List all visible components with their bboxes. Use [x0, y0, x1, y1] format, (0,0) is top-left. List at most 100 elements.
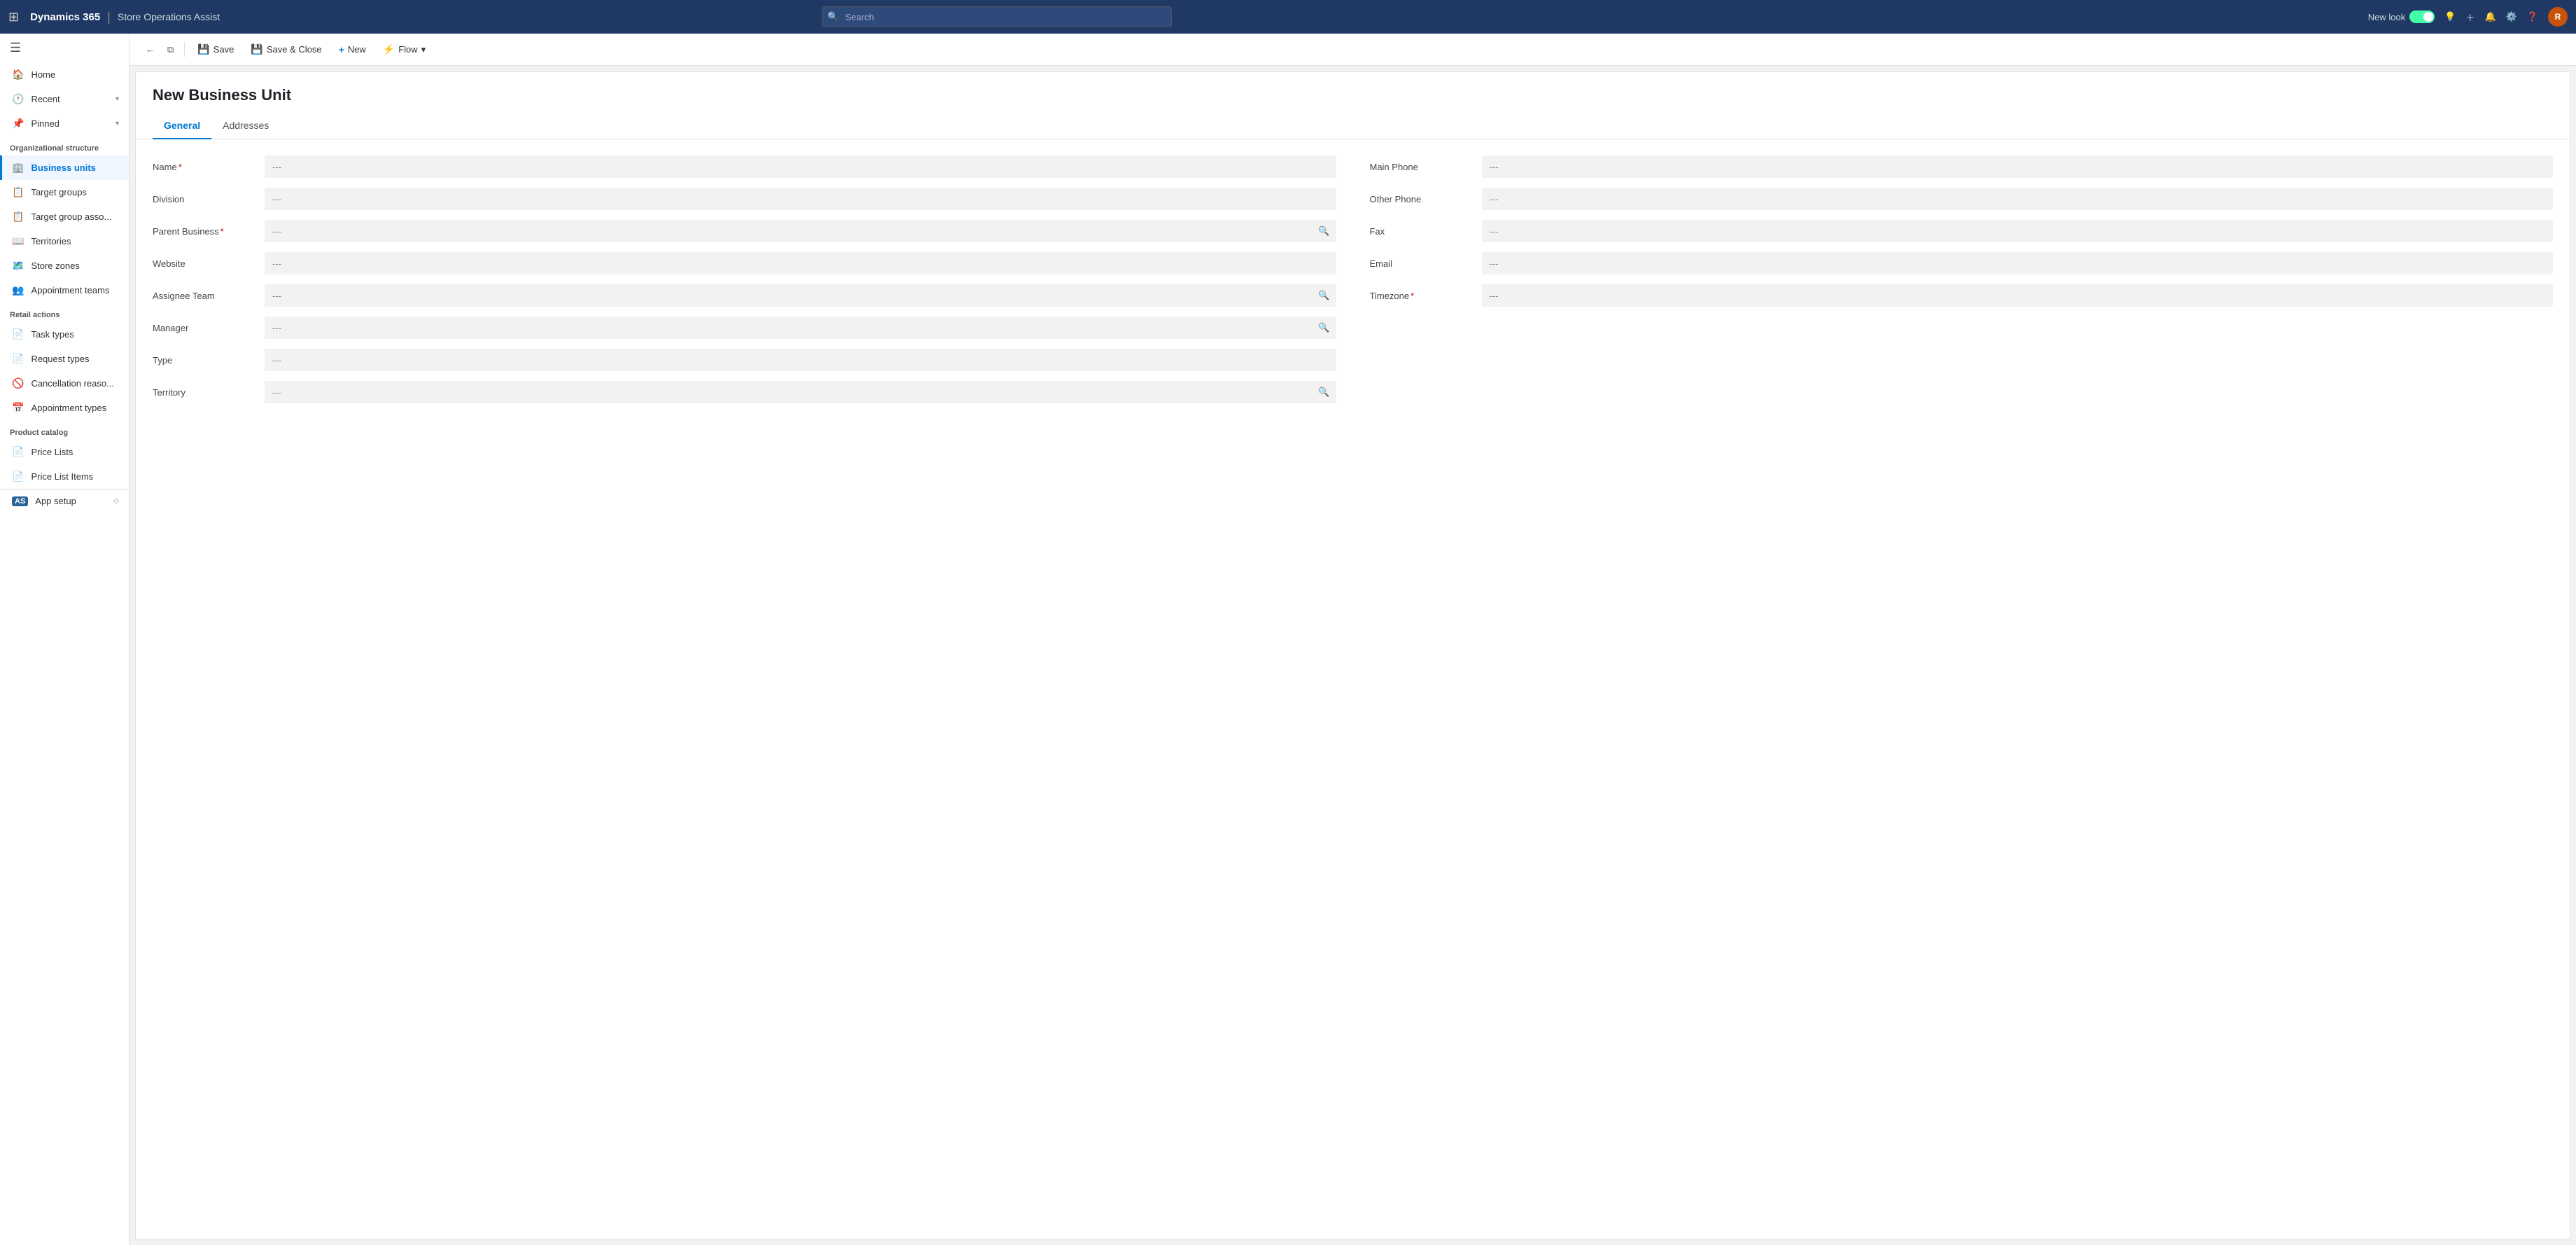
brand-app: Store Operations Assist	[118, 11, 220, 22]
section-retail-actions: Retail actions	[0, 302, 129, 322]
label-name: Name*	[153, 162, 265, 172]
field-division[interactable]: ---	[265, 188, 1336, 210]
sidebar-item-home[interactable]: 🏠 Home	[0, 62, 129, 87]
label-parent-business: Parent Business*	[153, 226, 265, 237]
store-zones-icon: 🗺️	[12, 260, 24, 272]
sidebar-item-appointment-teams-label: Appointment teams	[31, 285, 109, 295]
gear-icon[interactable]: ⚙️	[2506, 11, 2517, 22]
save-icon: 💾	[197, 43, 209, 55]
field-email[interactable]: ---	[1482, 252, 2554, 274]
label-other-phone: Other Phone	[1370, 194, 1482, 204]
sidebar-item-territories[interactable]: 📖 Territories	[0, 229, 129, 253]
save-label: Save	[214, 44, 234, 55]
sidebar-item-price-list-items-label: Price List Items	[31, 471, 93, 482]
search-input[interactable]	[822, 6, 1172, 27]
sidebar-item-task-types-label: Task types	[31, 329, 74, 340]
sidebar-item-target-group-asso[interactable]: 📋 Target group asso...	[0, 204, 129, 229]
sidebar-item-app-setup-label: App setup	[35, 496, 76, 506]
field-other-phone[interactable]: ---	[1482, 188, 2554, 210]
task-types-icon: 📄	[12, 328, 24, 340]
form-row-website: Website ---	[153, 250, 1336, 277]
form-row-timezone: Timezone* ---	[1370, 282, 2554, 309]
sidebar-item-price-list-items[interactable]: 📄 Price List Items	[0, 464, 129, 489]
form-row-division: Division ---	[153, 186, 1336, 212]
pinned-icon: 📌	[12, 118, 24, 130]
field-territory[interactable]: --- 🔍	[265, 381, 1336, 403]
form-row-other-phone: Other Phone ---	[1370, 186, 2554, 212]
field-fax[interactable]: ---	[1482, 220, 2554, 242]
save-button[interactable]: 💾 Save	[190, 39, 241, 60]
sidebar-item-app-setup[interactable]: AS App setup ◇	[0, 489, 129, 513]
form-header: New Business Unit	[136, 72, 2570, 113]
cancellation-reaso-icon: 🚫	[12, 377, 24, 389]
sidebar-item-target-groups-label: Target groups	[31, 187, 87, 197]
sidebar-item-appointment-types[interactable]: 📅 Appointment types	[0, 396, 129, 420]
back-button[interactable]: ←	[141, 41, 160, 58]
form-row-main-phone: Main Phone ---	[1370, 153, 2554, 180]
form-title: New Business Unit	[153, 86, 2553, 104]
save-close-label: Save & Close	[267, 44, 322, 55]
new-look-switch[interactable]	[2409, 11, 2435, 23]
right-actions: New look 💡 ＋ 🔔 ⚙️ ❓ R	[2368, 7, 2568, 27]
field-manager[interactable]: --- 🔍	[265, 317, 1336, 339]
avatar[interactable]: R	[2548, 7, 2568, 27]
sidebar-item-price-lists[interactable]: 📄 Price Lists	[0, 440, 129, 464]
sidebar-item-territories-label: Territories	[31, 236, 71, 246]
field-main-phone[interactable]: ---	[1482, 155, 2554, 178]
section-product-catalog: Product catalog	[0, 420, 129, 440]
field-assignee-team[interactable]: --- 🔍	[265, 284, 1336, 307]
main-content: ← ⧉ 💾 Save 💾 Save & Close + New ⚡ Flow ▾	[130, 34, 2576, 1245]
new-button[interactable]: + New	[332, 40, 373, 60]
flow-chevron: ▾	[421, 44, 426, 55]
bell-icon[interactable]: 🔔	[2484, 11, 2496, 22]
field-parent-business[interactable]: --- 🔍	[265, 220, 1336, 242]
home-icon: 🏠	[12, 69, 24, 81]
sidebar-item-recent[interactable]: 🕐 Recent ▾	[0, 87, 129, 111]
sidebar-item-pinned-label: Pinned	[31, 118, 59, 129]
section-org-structure: Organizational structure	[0, 136, 129, 155]
add-icon[interactable]: ＋	[2465, 11, 2474, 24]
restore-button[interactable]: ⧉	[162, 41, 178, 59]
sidebar-item-target-group-asso-label: Target group asso...	[31, 211, 111, 222]
search-icon: 🔍	[827, 11, 839, 22]
layout: ☰ 🏠 Home 🕐 Recent ▾ 📌 Pinned ▾ Organizat…	[0, 34, 2576, 1245]
flow-icon: ⚡	[383, 43, 395, 55]
sidebar-item-recent-label: Recent	[31, 94, 59, 104]
sidebar-item-request-types[interactable]: 📄 Request types	[0, 347, 129, 371]
tab-addresses[interactable]: Addresses	[211, 113, 280, 139]
form-row-email: Email ---	[1370, 250, 2554, 277]
sidebar-item-business-units-label: Business units	[31, 162, 95, 173]
sidebar-item-target-groups[interactable]: 📋 Target groups	[0, 180, 129, 204]
field-website[interactable]: ---	[265, 252, 1336, 274]
flow-button[interactable]: ⚡ Flow ▾	[376, 39, 433, 60]
search-icon-manager: 🔍	[1318, 322, 1329, 333]
tab-general[interactable]: General	[153, 113, 211, 139]
sidebar-hamburger[interactable]: ☰	[0, 34, 129, 62]
sidebar-item-task-types[interactable]: 📄 Task types	[0, 322, 129, 347]
save-close-button[interactable]: 💾 Save & Close	[244, 39, 328, 60]
sidebar-item-store-zones[interactable]: 🗺️ Store zones	[0, 253, 129, 278]
label-main-phone: Main Phone	[1370, 162, 1482, 172]
field-timezone[interactable]: ---	[1482, 284, 2554, 307]
sidebar-item-appointment-teams[interactable]: 👥 Appointment teams	[0, 278, 129, 302]
label-website: Website	[153, 258, 265, 269]
sidebar-item-cancellation-reaso-label: Cancellation reaso...	[31, 378, 114, 389]
label-fax: Fax	[1370, 226, 1482, 237]
recent-icon: 🕐	[12, 93, 24, 105]
sidebar-item-business-units[interactable]: 🏢 Business units	[0, 155, 129, 180]
field-type[interactable]: ---	[265, 349, 1336, 371]
sidebar-item-request-types-label: Request types	[31, 354, 89, 364]
save-close-icon: 💾	[251, 43, 262, 55]
new-icon: +	[339, 44, 344, 55]
app-setup-icon: AS	[12, 496, 28, 506]
sidebar-item-cancellation-reaso[interactable]: 🚫 Cancellation reaso...	[0, 371, 129, 396]
help-icon[interactable]: ❓	[2527, 11, 2538, 22]
label-type: Type	[153, 355, 265, 366]
search-icon-territory: 🔍	[1318, 387, 1329, 398]
field-name[interactable]: ---	[265, 155, 1336, 178]
lightbulb-icon[interactable]: 💡	[2444, 11, 2456, 22]
apps-icon[interactable]: ⊞	[8, 10, 19, 25]
recent-chevron: ▾	[115, 95, 119, 103]
sidebar-item-pinned[interactable]: 📌 Pinned ▾	[0, 111, 129, 136]
search-bar: 🔍	[822, 6, 1172, 27]
